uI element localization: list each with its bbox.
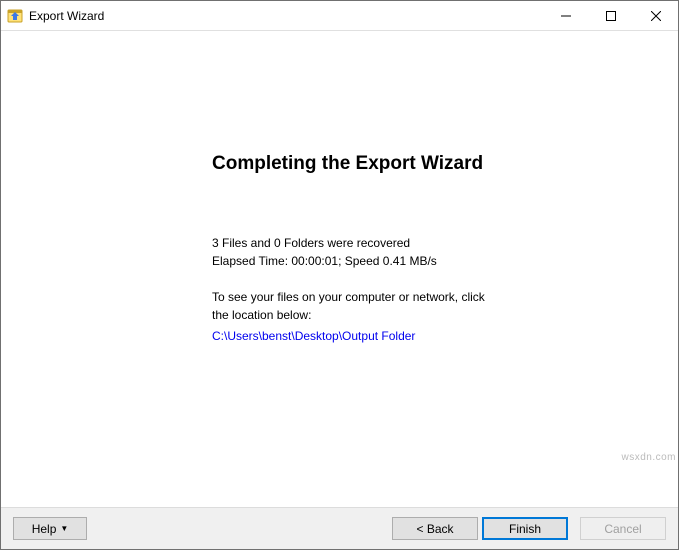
chevron-down-icon: ▼ — [60, 524, 68, 533]
finish-button[interactable]: Finish — [482, 517, 568, 540]
back-button[interactable]: < Back — [392, 517, 478, 540]
instruction-text: To see your files on your computer or ne… — [212, 288, 492, 324]
cancel-button: Cancel — [580, 517, 666, 540]
close-button[interactable] — [633, 1, 678, 30]
titlebar: Export Wizard — [1, 1, 678, 31]
bottom-button-bar: Help ▼ < Back Finish Cancel — [1, 507, 678, 549]
window-controls — [543, 1, 678, 30]
export-wizard-window: Export Wizard Completing the Export Wiza… — [0, 0, 679, 550]
wizard-content: Completing the Export Wizard 3 Files and… — [1, 31, 678, 507]
help-button[interactable]: Help ▼ — [13, 517, 87, 540]
recovery-summary: 3 Files and 0 Folders were recovered — [212, 234, 410, 252]
window-title: Export Wizard — [29, 9, 543, 23]
page-heading: Completing the Export Wizard — [212, 153, 483, 175]
maximize-button[interactable] — [588, 1, 633, 30]
minimize-button[interactable] — [543, 1, 588, 30]
watermark: wsxdn.com — [621, 452, 676, 463]
help-button-label: Help — [32, 522, 57, 536]
output-folder-link[interactable]: C:\Users\benst\Desktop\Output Folder — [212, 329, 415, 343]
app-icon — [7, 8, 23, 24]
elapsed-time-summary: Elapsed Time: 00:00:01; Speed 0.41 MB/s — [212, 252, 437, 270]
